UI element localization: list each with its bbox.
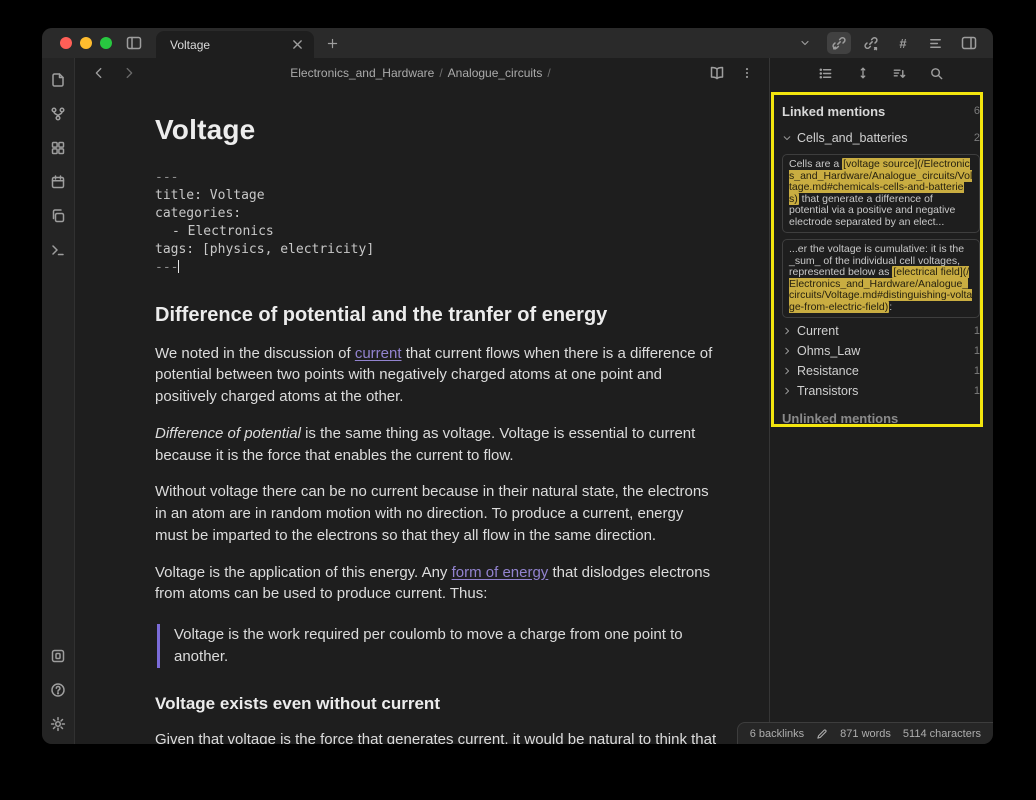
editor-pane: Electronics_and_Hardware/Analogue_circui… xyxy=(75,58,769,744)
bullet-list-icon[interactable] xyxy=(814,62,838,84)
backlinks-panel-header xyxy=(770,58,992,88)
expand-collapse-icon[interactable] xyxy=(851,62,875,84)
breadcrumb-separator: / xyxy=(434,66,447,80)
help-icon[interactable] xyxy=(47,680,69,700)
backlink-count-status[interactable]: 6 backlinks xyxy=(750,728,804,740)
backlink-group-ohms-law[interactable]: Ohms_Law 1 xyxy=(782,341,980,361)
forward-arrow-icon[interactable] xyxy=(117,62,141,84)
breadcrumb-separator: / xyxy=(542,66,555,80)
voltage-definition-blockquote: Voltage is the work required per coulomb… xyxy=(157,624,718,668)
tags-icon[interactable]: # xyxy=(891,32,915,54)
outline-icon[interactable] xyxy=(923,32,947,54)
paragraph-2: Difference of potential is the same thin… xyxy=(155,423,718,467)
section-heading-voltage-without-current: Voltage exists even without current xyxy=(155,692,718,717)
backlinks-icon[interactable] xyxy=(827,32,851,54)
breadcrumb-subfolder[interactable]: Analogue_circuits xyxy=(448,66,543,80)
tab-list-chevron-icon[interactable] xyxy=(793,32,817,54)
more-options-icon[interactable] xyxy=(735,62,759,84)
ribbon xyxy=(42,58,75,744)
section-heading-difference-of-potential: Difference of potential and the tranfer … xyxy=(155,301,718,330)
frontmatter-block[interactable]: --- title: Voltage categories: - Electro… xyxy=(155,169,718,277)
collapsed-backlink-groups: Current 1 Ohms_Law 1 Resistance 1 xyxy=(782,321,980,401)
reading-view-icon[interactable] xyxy=(705,62,729,84)
backlink-group-cells-and-batteries[interactable]: Cells_and_batteries 2 xyxy=(782,128,980,148)
daily-note-calendar-icon[interactable] xyxy=(47,172,69,192)
hash-glyph: # xyxy=(899,36,906,51)
new-tab-button[interactable] xyxy=(320,32,344,54)
internal-link-form-of-energy[interactable]: form of energy xyxy=(452,564,549,581)
chevron-right-icon xyxy=(782,346,792,356)
frontmatter-fence-open: --- xyxy=(155,169,718,187)
paragraph-4: Voltage is the application of this energ… xyxy=(155,562,718,606)
chevron-right-icon xyxy=(782,366,792,376)
frontmatter-title-line: title: Voltage xyxy=(155,187,718,205)
traffic-lights xyxy=(42,37,122,49)
obsidian-window: Voltage # xyxy=(42,28,993,744)
backlink-match-1[interactable]: Cells are a [voltage source](/Electronic… xyxy=(782,154,980,233)
settings-gear-icon[interactable] xyxy=(47,714,69,734)
word-count-status: 871 words xyxy=(840,728,891,740)
backlink-group-resistance[interactable]: Resistance 1 xyxy=(782,361,980,381)
paragraph-5: Given that voltage is the force that gen… xyxy=(155,729,718,744)
paragraph-3: Without voltage there can be no current … xyxy=(155,481,718,546)
back-arrow-icon[interactable] xyxy=(87,62,111,84)
backlink-group-transistors[interactable]: Transistors 1 xyxy=(782,381,980,401)
tab-voltage[interactable]: Voltage xyxy=(156,31,314,58)
view-action-icons: # xyxy=(827,32,947,54)
chevron-right-icon xyxy=(782,326,792,336)
backlinks-panel: Linked mentions 6 Cells_and_batteries 2 … xyxy=(769,58,992,744)
linked-mentions-count: 6 xyxy=(974,105,980,117)
templates-copy-icon[interactable] xyxy=(47,206,69,226)
frontmatter-categories-line: categories: xyxy=(155,205,718,223)
left-sidebar-toggle-icon[interactable] xyxy=(122,32,146,54)
status-bar: 6 backlinks 871 words 5114 characters xyxy=(737,722,993,744)
frontmatter-fence-close: --- xyxy=(155,259,718,277)
chevron-down-icon xyxy=(782,133,792,143)
backlinks-panel-body: Linked mentions 6 Cells_and_batteries 2 … xyxy=(770,88,992,744)
edit-mode-pencil-icon[interactable] xyxy=(816,728,828,740)
breadcrumb-folder[interactable]: Electronics_and_Hardware xyxy=(290,66,434,80)
vault-switcher-icon[interactable] xyxy=(47,646,69,666)
close-window-button[interactable] xyxy=(60,37,72,49)
minimize-window-button[interactable] xyxy=(80,37,92,49)
internal-link-current[interactable]: current xyxy=(355,345,402,362)
inline-title[interactable]: Voltage xyxy=(155,110,718,151)
backlink-match-2[interactable]: ...er the voltage is cumulative: it is t… xyxy=(782,239,980,318)
dashboard-grid-icon[interactable] xyxy=(47,138,69,158)
tab-title: Voltage xyxy=(170,38,288,52)
character-count-status: 5114 characters xyxy=(903,728,981,740)
graph-view-icon[interactable] xyxy=(47,104,69,124)
tab-close-icon[interactable] xyxy=(288,36,306,54)
new-note-icon[interactable] xyxy=(47,70,69,90)
view-header: Electronics_and_Hardware/Analogue_circui… xyxy=(75,58,769,88)
frontmatter-tags-line: tags: [physics, electricity] xyxy=(155,241,718,259)
right-sidebar-toggle-icon[interactable] xyxy=(957,32,981,54)
text-cursor xyxy=(178,260,179,273)
unlinked-mentions-header[interactable]: Unlinked mentions xyxy=(782,411,980,426)
chevron-right-icon xyxy=(782,386,792,396)
maximize-window-button[interactable] xyxy=(100,37,112,49)
frontmatter-category-item: - Electronics xyxy=(155,223,718,241)
linked-mentions-header[interactable]: Linked mentions 6 xyxy=(782,102,980,120)
sort-order-icon[interactable] xyxy=(888,62,912,84)
linked-mentions-title: Linked mentions xyxy=(782,104,885,119)
paragraph-1: We noted in the discussion of current th… xyxy=(155,343,718,408)
search-icon[interactable] xyxy=(925,62,949,84)
terminal-icon[interactable] xyxy=(47,240,69,260)
backlink-group-current[interactable]: Current 1 xyxy=(782,321,980,341)
note-editor[interactable]: Voltage --- title: Voltage categories: -… xyxy=(75,88,769,744)
titlebar: Voltage # xyxy=(42,28,993,58)
breadcrumb: Electronics_and_Hardware/Analogue_circui… xyxy=(141,66,705,80)
outgoing-links-icon[interactable] xyxy=(859,32,883,54)
